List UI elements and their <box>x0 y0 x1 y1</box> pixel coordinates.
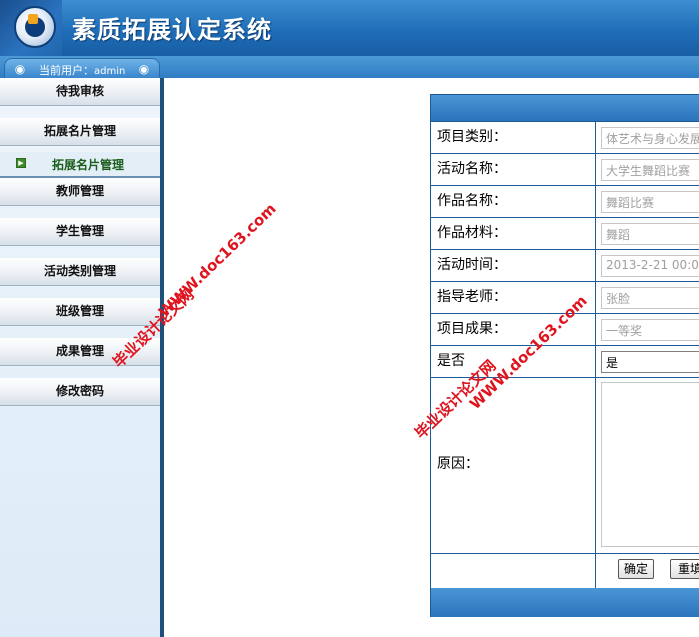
field-label: 作品材料： <box>431 218 596 249</box>
reset-button[interactable]: 重填 <box>670 559 699 579</box>
activity-name-input[interactable]: 大学生舞蹈比赛 <box>601 159 699 181</box>
sidebar-item-label: 拓展名片管理 <box>43 124 116 138</box>
approved-select[interactable]: 是 <box>601 351 699 373</box>
reason-textarea[interactable] <box>601 382 699 547</box>
sidebar-item-label: 待我审核 <box>55 84 104 98</box>
field-row-activity-time: 活动时间： 2013-2-21 00:00 <box>431 249 699 281</box>
sidebar-item-student-management[interactable]: 学生管理 <box>0 218 160 246</box>
sidebar-item-label: 班级管理 <box>55 304 104 318</box>
user-left-icon: ◉ <box>14 62 26 76</box>
form-footer-bar <box>431 588 699 617</box>
field-row-work-name: 作品名称： 舞蹈比赛 <box>431 185 699 217</box>
work-name-input[interactable]: 舞蹈比赛 <box>601 191 699 213</box>
sidebar-item-activity-category[interactable]: 活动类别管理 <box>0 258 160 286</box>
field-row-work-material: 作品材料： 舞蹈 <box>431 217 699 249</box>
sidebar-item-teacher-management[interactable]: 教师管理 <box>0 178 160 206</box>
sidebar-item-change-password[interactable]: 修改密码 <box>0 378 160 406</box>
confirm-button[interactable]: 确定 <box>618 559 654 579</box>
category-input[interactable]: 体艺术与身心发展 <box>601 127 699 149</box>
user-bar: ◉ 当前用户：admin ◉ <box>0 56 699 78</box>
form-action-row: 确定 重填 <box>431 553 699 588</box>
sidebar-item-label: 修改密码 <box>55 384 104 398</box>
field-label: 活动时间： <box>431 250 596 281</box>
review-form: 项目类别： 体艺术与身心发展 活动名称： 大学生舞蹈比赛 作品名称： 舞蹈比赛 … <box>430 94 699 617</box>
sidebar-item-class-management[interactable]: 班级管理 <box>0 298 160 326</box>
user-right-icon: ◉ <box>138 62 150 76</box>
field-row-category: 项目类别： 体艺术与身心发展 <box>431 121 699 153</box>
current-user-label: 当前用户：admin <box>39 64 126 77</box>
sidebar-item-label: 教师管理 <box>55 184 104 198</box>
field-row-activity-name: 活动名称： 大学生舞蹈比赛 <box>431 153 699 185</box>
field-label: 活动名称： <box>431 154 596 185</box>
current-user-pill: ◉ 当前用户：admin ◉ <box>4 58 160 78</box>
sidebar-item-label: 活动类别管理 <box>43 264 116 278</box>
field-label: 项目类别： <box>431 122 596 153</box>
advisor-input[interactable]: 张脸 <box>601 287 699 309</box>
sidebar-subitem-card-management[interactable]: ▶ 拓展名片管理 <box>0 152 160 178</box>
app-header: 素质拓展认定系统 <box>0 0 699 56</box>
current-username: admin <box>94 66 126 77</box>
sidebar-subitem-label: 拓展名片管理 <box>52 158 125 172</box>
activity-time-input[interactable]: 2013-2-21 00:00 <box>601 255 699 277</box>
sidebar-item-pending-review[interactable]: 待我审核 <box>0 78 160 106</box>
logo-area <box>0 0 62 56</box>
work-material-input[interactable]: 舞蹈 <box>601 223 699 245</box>
sidebar-item-label: 成果管理 <box>55 344 104 358</box>
subitem-arrow-icon: ▶ <box>16 158 26 168</box>
app-logo-icon <box>14 6 56 48</box>
field-label: 作品名称： <box>431 186 596 217</box>
form-header-bar <box>431 95 699 121</box>
sidebar-item-label: 学生管理 <box>55 224 104 238</box>
sidebar-item-card-management[interactable]: 拓展名片管理 <box>0 118 160 146</box>
system-title: 素质拓展认定系统 <box>72 15 272 44</box>
result-input[interactable]: 一等奖 <box>601 319 699 341</box>
